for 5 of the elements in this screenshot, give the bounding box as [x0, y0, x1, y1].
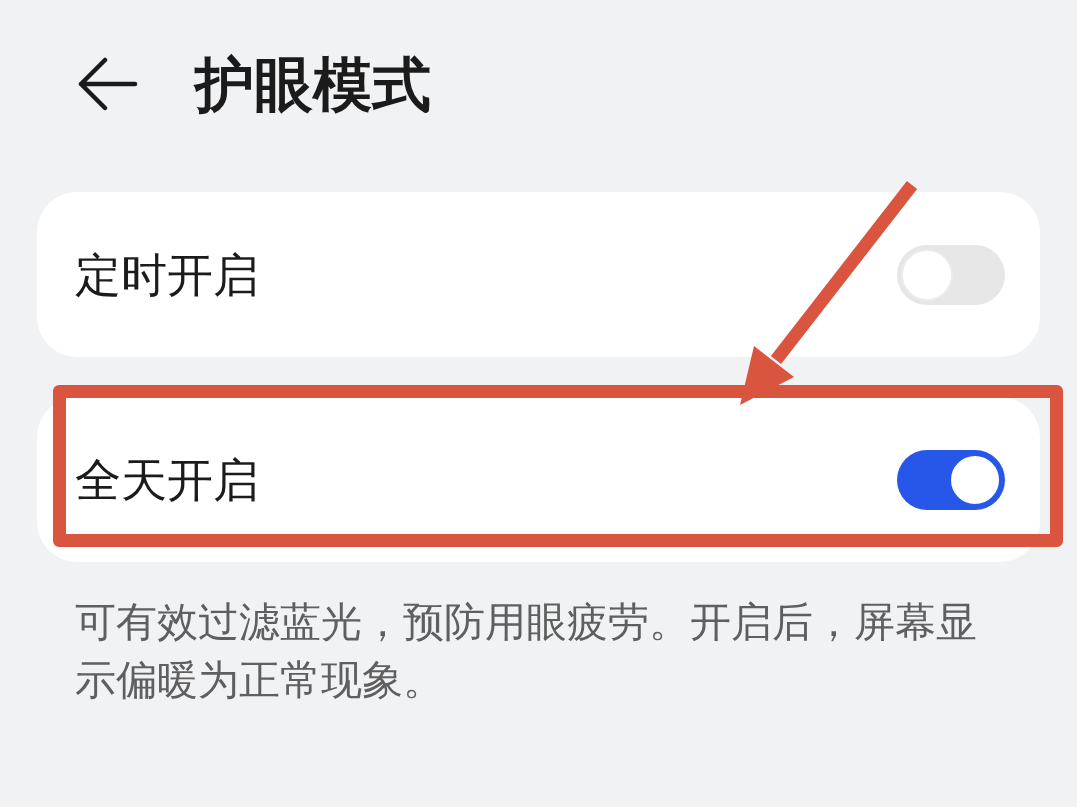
option-label: 全天开启: [75, 456, 259, 503]
option-label: 定时开启: [75, 251, 259, 298]
page-title: 护眼模式: [195, 54, 431, 114]
back-arrow-icon[interactable]: [78, 57, 138, 111]
description-text: 可有效过滤蓝光，预防用眼疲劳。开启后，屏幕显示偏暖为正常现象。: [75, 597, 978, 706]
